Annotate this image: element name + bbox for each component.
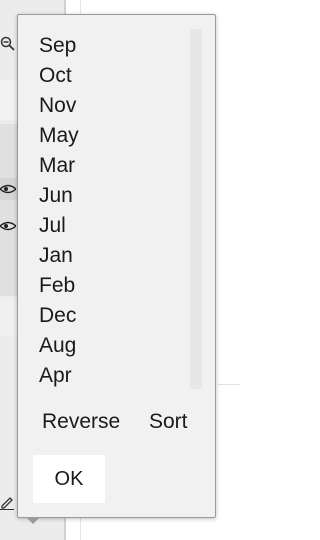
list-item[interactable]: Apr [18, 361, 188, 391]
panel-divider [218, 384, 240, 385]
list-item[interactable]: Aug [18, 331, 188, 361]
eye-icon[interactable] [0, 219, 18, 237]
list-item[interactable]: Oct [18, 61, 188, 91]
pencil-icon[interactable] [0, 494, 16, 514]
sort-order-popup: Sep Oct Nov May Mar Jun Jul Jan Feb Dec … [17, 14, 216, 518]
zoom-out-icon[interactable] [0, 36, 16, 56]
list-item[interactable]: Jun [18, 181, 188, 211]
list-item[interactable]: Nov [18, 91, 188, 121]
list-item[interactable]: Jul [18, 211, 188, 241]
eye-icon[interactable] [0, 182, 18, 200]
sort-button[interactable]: Sort [149, 407, 188, 437]
list-item[interactable]: May [18, 121, 188, 151]
ok-button[interactable]: OK [33, 455, 105, 503]
list-item[interactable]: Mar [18, 151, 188, 181]
list-scrollbar[interactable] [190, 29, 202, 389]
reverse-button[interactable]: Reverse [42, 407, 120, 437]
list-item[interactable]: Feb [18, 271, 188, 301]
list-item[interactable]: Jan [18, 241, 188, 271]
list-item[interactable]: Sep [18, 31, 188, 61]
list-actions: Reverse Sort [18, 407, 217, 437]
list-item[interactable]: Dec [18, 301, 188, 331]
popup-pointer [26, 517, 40, 524]
month-list: Sep Oct Nov May Mar Jun Jul Jan Feb Dec … [18, 31, 188, 391]
